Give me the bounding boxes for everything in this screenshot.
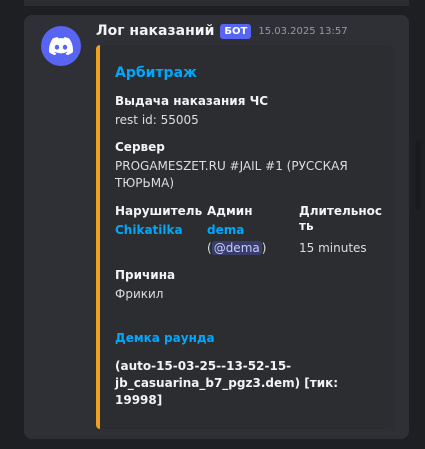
field-reason-value: Фрикил: [115, 287, 164, 301]
violator-link[interactable]: Chikatilka: [115, 222, 183, 239]
paren-open: (: [207, 241, 212, 255]
field-duration-name: Длительнос ть: [299, 204, 382, 234]
field-punishment-name: Выдача наказания ЧС: [115, 94, 269, 108]
embed-title: Арбитраж: [115, 65, 197, 81]
previous-message-edge: [24, 0, 409, 6]
punishment-embed: Арбитраж Выдача наказания ЧС rest id: 55…: [96, 45, 393, 429]
admin-mention-wrap: (@dema): [207, 240, 266, 257]
field-duration-name-line2: ть: [299, 219, 314, 233]
field-server-name: Сервер: [115, 140, 165, 154]
field-duration-value: 15 minutes: [299, 241, 367, 255]
message-header: Лог наказаний БОТ 15.03.2025 13:57: [96, 23, 348, 39]
demo-filename: (auto-15-03-25--13-52-15- jb_casuarina_b…: [115, 358, 380, 409]
field-violator-name: Нарушитель: [115, 204, 203, 218]
field-admin-name: Админ: [207, 204, 253, 218]
admin-link[interactable]: dema: [207, 222, 244, 239]
demo-link[interactable]: Демка раунда: [115, 331, 215, 345]
demo-filename-line1: (auto-15-03-25--13-52-15-: [115, 359, 292, 373]
field-server-value-line1: PROGAMESZET.RU #JAIL #1 (РУССКАЯ: [115, 159, 348, 173]
field-duration-name-line1: Длительнос: [299, 204, 383, 218]
bot-badge: БОТ: [220, 23, 252, 39]
paren-close: ): [261, 241, 267, 255]
scrollbar-thumb[interactable]: [415, 140, 421, 210]
field-reason-name: Причина: [115, 268, 176, 282]
field-punishment-value: rest id: 55005: [115, 113, 199, 127]
admin-mention[interactable]: @dema: [211, 241, 262, 255]
author-name[interactable]: Лог наказаний: [96, 23, 214, 39]
field-server-value: PROGAMESZET.RU #JAIL #1 (РУССКАЯ ТЮРЬМА): [115, 158, 348, 192]
demo-filename-line2: jb_casuarina_b7_pgz3.dem) [тик: 19998]: [115, 376, 339, 407]
bot-avatar[interactable]: [41, 26, 81, 66]
scrollbar[interactable]: [409, 0, 425, 449]
field-server-value-line2: ТЮРЬМА): [115, 176, 174, 190]
message-timestamp[interactable]: 15.03.2025 13:57: [258, 26, 347, 37]
discord-logo-icon: [49, 37, 73, 55]
channel-list-edge: [0, 0, 24, 449]
